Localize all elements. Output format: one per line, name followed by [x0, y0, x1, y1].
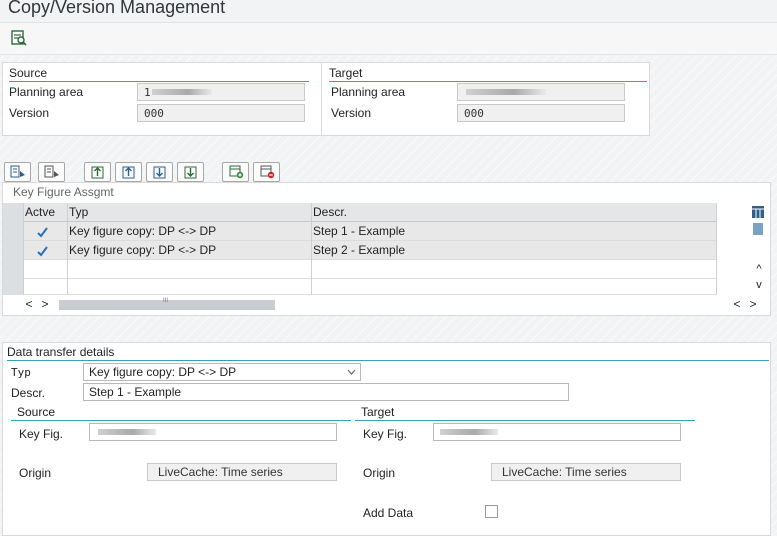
source-details-header: Source: [11, 405, 351, 421]
scroll-up-button[interactable]: ^: [753, 263, 765, 275]
typ-cell[interactable]: Key figure copy: DP <-> DP: [69, 241, 309, 260]
scroll-right-button-right[interactable]: >: [747, 297, 759, 311]
target-keyfig-input[interactable]: [433, 423, 681, 441]
source-origin-label: Origin: [19, 466, 52, 480]
move-top-icon[interactable]: [84, 162, 111, 182]
version-panel: Source Planning area 1 Version 000 Targe…: [2, 62, 650, 136]
empty-row[interactable]: [3, 260, 717, 279]
details-panel: Data transfer details Typ Key figure cop…: [2, 342, 771, 536]
target-version-field: 000: [457, 104, 625, 122]
select-all-icon[interactable]: [38, 162, 65, 182]
move-bottom-icon[interactable]: [177, 162, 204, 182]
details-group-header: Data transfer details: [7, 345, 769, 361]
key-figure-grid-panel: Key Figure Assgmt Actve Typ Descr. Key f…: [2, 182, 771, 316]
add-data-checkbox[interactable]: [485, 505, 498, 518]
col-header-typ[interactable]: Typ: [69, 203, 309, 222]
row-selector[interactable]: [3, 279, 23, 295]
target-planning-area-label: Planning area: [331, 85, 406, 99]
table-header-row: Actve Typ Descr.: [3, 203, 717, 222]
col-divider: [311, 203, 312, 295]
version-label: Version: [9, 106, 50, 120]
descr-label: Descr.: [11, 386, 46, 400]
col-header-descr[interactable]: Descr.: [313, 203, 713, 222]
typ-select[interactable]: Key figure copy: DP <-> DP: [83, 363, 361, 381]
title-bar: Copy/Version Management: [0, 0, 777, 23]
source-keyfig-label: Key Fig.: [19, 427, 64, 441]
typ-select-value: Key figure copy: DP <-> DP: [89, 365, 237, 379]
scroll-left-button[interactable]: <: [23, 297, 35, 311]
insert-row-icon[interactable]: [222, 162, 249, 182]
chevron-down-icon: [347, 369, 356, 375]
display-icon[interactable]: [10, 29, 28, 47]
source-version-field: 000: [137, 104, 305, 122]
descr-cell[interactable]: Step 1 - Example: [313, 222, 713, 241]
typ-label: Typ: [11, 366, 31, 379]
row-selector[interactable]: [3, 260, 23, 279]
details-icon[interactable]: [4, 162, 31, 182]
scroll-grip: III: [163, 298, 169, 304]
target-version-label: Version: [331, 106, 372, 120]
table-row[interactable]: Key figure copy: DP <-> DP Step 1 - Exam…: [3, 222, 717, 241]
row-selector-header[interactable]: [3, 203, 23, 222]
row-selector[interactable]: [3, 222, 23, 241]
scroll-left-button-right[interactable]: <: [731, 297, 743, 311]
vertical-scroll-thumb[interactable]: [753, 223, 763, 235]
delete-row-icon[interactable]: [253, 162, 280, 182]
source-group-title: Source: [9, 66, 48, 80]
move-down-icon[interactable]: [146, 162, 173, 182]
source-group-header: Source: [9, 66, 309, 82]
column-settings-icon[interactable]: [751, 205, 765, 219]
key-figure-table: Actve Typ Descr. Key figure copy: DP <->…: [3, 203, 717, 295]
target-origin-field: LiveCache: Time series: [491, 463, 681, 481]
source-details-title: Source: [17, 405, 56, 419]
target-planning-area-field: [457, 83, 625, 101]
redacted-value: [98, 429, 156, 435]
grid-title: Key Figure Assgmt: [13, 185, 114, 199]
target-group-header: Target: [329, 66, 647, 82]
move-up-icon[interactable]: [115, 162, 142, 182]
source-planning-area-value: 1: [144, 86, 151, 99]
col-divider: [23, 203, 24, 295]
source-origin-field: LiveCache: Time series: [147, 463, 337, 481]
source-details-box: Source Key Fig. Origin LiveCache: Time s…: [11, 405, 353, 533]
empty-row[interactable]: [3, 279, 717, 295]
source-planning-area-field: 1: [137, 83, 305, 101]
col-divider: [67, 203, 68, 295]
main-toolbar: [0, 23, 777, 55]
redacted-value: [440, 429, 498, 435]
scroll-right-button[interactable]: >: [39, 297, 51, 311]
active-checkbox[interactable]: [37, 222, 51, 241]
redacted-value: [466, 89, 546, 95]
descr-cell[interactable]: Step 2 - Example: [313, 241, 713, 260]
col-divider: [716, 203, 717, 295]
active-checkbox[interactable]: [37, 241, 51, 260]
col-header-actve[interactable]: Actve: [25, 203, 67, 222]
target-group-title: Target: [329, 66, 363, 80]
redacted-value: [152, 89, 212, 95]
target-keyfig-label: Key Fig.: [363, 427, 408, 441]
target-details-box: Target Key Fig. Origin LiveCache: Time s…: [355, 405, 697, 533]
target-details-title: Target: [361, 405, 395, 419]
scroll-down-button[interactable]: v: [753, 279, 765, 291]
typ-cell[interactable]: Key figure copy: DP <-> DP: [69, 222, 309, 241]
descr-input[interactable]: Step 1 - Example: [83, 383, 569, 401]
divider: [321, 63, 322, 135]
details-title: Data transfer details: [7, 345, 115, 359]
target-details-header: Target: [355, 405, 695, 421]
page-title: Copy/Version Management: [8, 0, 226, 17]
source-keyfig-input[interactable]: [89, 423, 337, 441]
add-data-label: Add Data: [363, 506, 414, 520]
planning-area-label: Planning area: [9, 85, 84, 99]
table-row[interactable]: Key figure copy: DP <-> DP Step 2 - Exam…: [3, 241, 717, 260]
horizontal-scroll-thumb[interactable]: III: [59, 298, 275, 310]
row-selector[interactable]: [3, 241, 23, 260]
target-origin-label: Origin: [363, 466, 396, 480]
